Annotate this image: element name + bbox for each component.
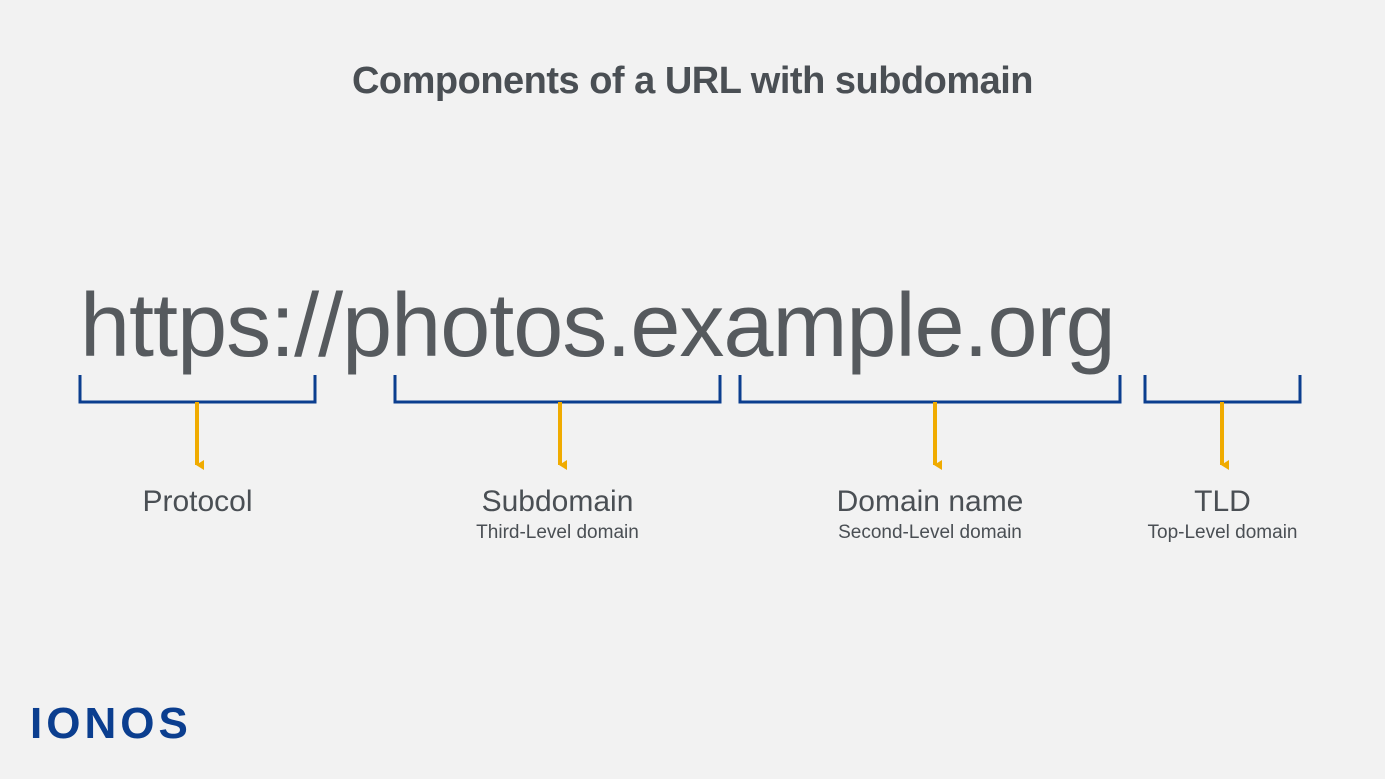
label-tld-sub: Top-Level domain: [1145, 522, 1300, 544]
bracket-subdomain: [395, 375, 720, 402]
url-text: https://photos.example.org: [80, 275, 1115, 378]
label-subdomain-sub: Third-Level domain: [395, 522, 720, 544]
label-subdomain: Subdomain Third-Level domain: [395, 485, 720, 544]
ionos-logo: IONOS: [30, 699, 192, 749]
label-protocol: Protocol: [80, 485, 315, 522]
label-tld-main: TLD: [1145, 485, 1300, 518]
annotation-overlay: [0, 0, 1385, 779]
label-domainname: Domain name Second-Level domain: [740, 485, 1120, 544]
diagram-title: Components of a URL with subdomain: [0, 60, 1385, 103]
label-domainname-main: Domain name: [740, 485, 1120, 518]
bracket-tld: [1145, 375, 1300, 402]
bracket-domainname: [740, 375, 1120, 402]
label-subdomain-main: Subdomain: [395, 485, 720, 518]
label-domainname-sub: Second-Level domain: [740, 522, 1120, 544]
bracket-protocol: [80, 375, 315, 402]
label-tld: TLD Top-Level domain: [1145, 485, 1300, 544]
label-protocol-main: Protocol: [80, 485, 315, 518]
